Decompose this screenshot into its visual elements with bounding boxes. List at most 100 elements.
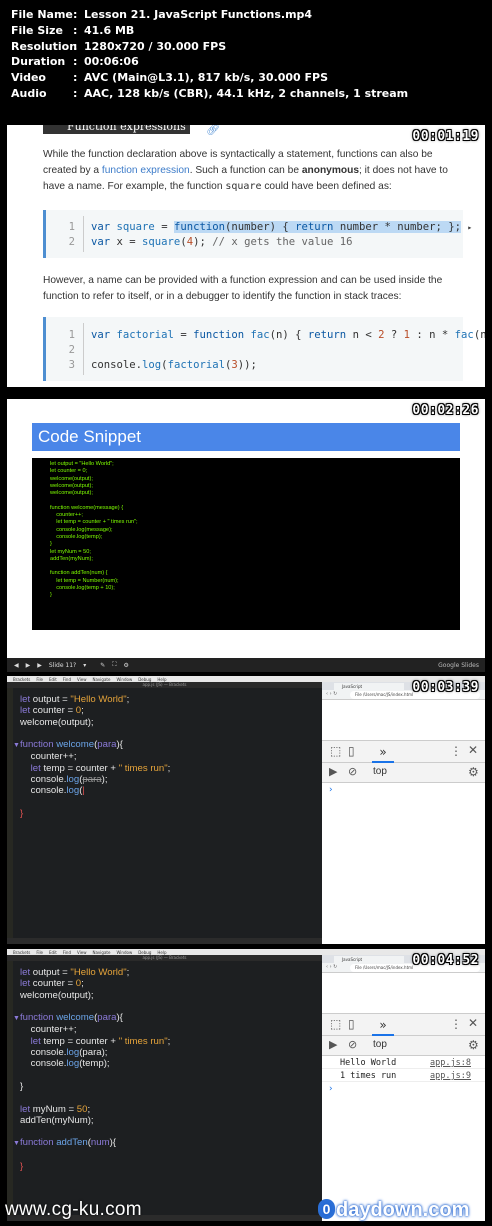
console-message: 1 times run [340, 1071, 397, 1081]
editor-code[interactable]: let output = "Hello World"; let counter … [13, 967, 170, 1172]
code-snippet-text: let output = "Hello World"; let counter … [50, 461, 138, 599]
device-icon[interactable]: ▯ [348, 744, 355, 758]
inspect-icon[interactable]: ⬚ [330, 1017, 341, 1031]
info-separator: : [73, 8, 78, 21]
console-source-link[interactable]: app.js:8 [430, 1058, 471, 1068]
watermark-right: 0 daydown.com [318, 1199, 469, 1222]
menu-item[interactable]: Find [63, 677, 71, 682]
info-value: 41.6 MB [84, 23, 135, 37]
link-icon[interactable]: 🔗︎ [206, 125, 220, 136]
menu-item[interactable]: Debug [138, 950, 151, 955]
nav-icons[interactable]: ‹ › ↻ [326, 964, 337, 970]
menu-item[interactable]: Edit [49, 950, 57, 955]
editor-code[interactable]: let output = "Hello World"; let counter … [13, 694, 170, 819]
info-separator: : [73, 55, 78, 69]
menu-item[interactable]: Debug [138, 677, 151, 682]
menu-item[interactable]: Brackets [13, 677, 30, 682]
console-message: Hello World [340, 1058, 397, 1068]
more-tabs-icon[interactable]: » [372, 1014, 394, 1036]
frame-slides: Code Snippet let output = "Hello World";… [7, 399, 485, 672]
menu-item[interactable]: File [36, 677, 43, 682]
info-row: Audio: AAC, 128 kb/s (CBR), 44.1 kHz, 2 c… [11, 86, 492, 102]
info-separator: : [73, 71, 78, 85]
window-title: app.js (JS) — Brackets [7, 955, 322, 961]
info-value: 00:06:06 [84, 55, 139, 69]
fullscreen-icon[interactable]: ⛶ [112, 661, 116, 669]
pointer-icon[interactable]: ✎ [100, 662, 105, 669]
info-value: AAC, 128 kb/s (CBR), 44.1 kHz, 2 channel… [84, 86, 409, 100]
info-row: Video: AVC (Main@L3.1), 817 kb/s, 30.000 … [11, 70, 492, 86]
kebab-menu-icon[interactable]: ⋮ [450, 744, 462, 758]
nav-icons[interactable]: ‹ › ↻ [326, 691, 337, 697]
devtools-panel: ⬚ ▯ » ⋮ ✕ ▶ ⊘ top ⚙ › [322, 740, 485, 944]
gear-icon[interactable]: ⚙ [124, 662, 129, 669]
kebab-menu-icon[interactable]: ⋮ [450, 1017, 462, 1031]
console-prompt-icon[interactable]: › [328, 1084, 333, 1094]
gear-icon[interactable]: ⚙ [468, 1038, 479, 1052]
menu-item[interactable]: Find [63, 950, 71, 955]
line-number: 2 [68, 236, 75, 248]
dropdown-icon[interactable]: ▾ [83, 662, 86, 669]
sidebar-icon[interactable]: ▶ [329, 765, 337, 778]
frame-ide-1: Brackets File Edit Find View Navigate Window De… [7, 676, 485, 944]
paragraph-intro: While the function declaration above is … [43, 149, 448, 192]
chrome-window: JavaScript ‹ › ↻ File /Users/mac/JS/inde… [322, 682, 485, 944]
console-prompt-icon[interactable]: › [328, 785, 333, 795]
clear-console-icon[interactable]: ⊘ [348, 765, 357, 778]
code-line: var square = function(number) { return n… [91, 221, 473, 233]
close-icon[interactable]: ✕ [468, 1016, 478, 1030]
menu-item[interactable]: Navigate [92, 950, 110, 955]
code-editor[interactable]: app.js (JS) — Brackets let output = "Hel… [7, 955, 322, 1221]
info-key: Video [11, 71, 46, 85]
console-source-link[interactable]: app.js:9 [430, 1071, 471, 1081]
code-snippet-slide: let output = "Hello World"; let counter … [32, 458, 460, 630]
clear-console-icon[interactable]: ⊘ [348, 1038, 357, 1051]
chrome-window: JavaScript ‹ › ↻ File /Users/mac/JS/inde… [322, 955, 485, 1221]
devtools-panel: ⬚ ▯ » ⋮ ✕ ▶ ⊘ top ⚙ Hello World app.js:8… [322, 1013, 485, 1221]
line-number: 1 [68, 221, 75, 233]
menu-item[interactable]: Edit [49, 677, 57, 682]
line-number: 2 [68, 344, 75, 356]
paragraph-named: However, a name can be provided with a f… [43, 275, 443, 302]
close-icon[interactable]: ✕ [468, 743, 478, 757]
function-expression-link[interactable]: function expression [102, 165, 190, 176]
menu-item[interactable]: View [77, 677, 87, 682]
console-row: Hello World app.js:8 [322, 1056, 485, 1069]
frame-ide-2: Brackets File Edit Find View Navigate Window De… [7, 949, 485, 1221]
next-icon[interactable]: ▶ [37, 662, 42, 669]
menu-item[interactable]: View [77, 950, 87, 955]
line-number: 3 [68, 359, 75, 371]
menu-item[interactable]: Help [157, 677, 166, 682]
info-value: 1280x720 / 30.000 FPS [84, 39, 227, 53]
prev-icon[interactable]: ◀ [14, 662, 19, 669]
console-row: 1 times run app.js:9 [322, 1069, 485, 1082]
more-tabs-icon[interactable]: » [372, 741, 394, 763]
inspect-icon[interactable]: ⬚ [330, 744, 341, 758]
code-line: var x = square(4); // x gets the value 1… [91, 236, 353, 248]
sidebar-icon[interactable]: ▶ [329, 1038, 337, 1051]
info-key: File Name [11, 8, 73, 21]
code-editor[interactable]: app.js (JS) — Brackets let output = "Hel… [7, 682, 322, 944]
slide-counter: Slide 11? [48, 661, 77, 669]
info-value: Lesson 21. JavaScript Functions.mp4 [84, 8, 313, 21]
line-number: 1 [68, 329, 75, 341]
info-row: Duration:00:06:06 [11, 54, 492, 70]
frame-docs: Function expressions 🔗︎ While the functi… [7, 125, 485, 387]
info-row: File Name: Lesson 21. JavaScript Function… [11, 7, 492, 23]
menu-item[interactable]: Brackets [13, 950, 30, 955]
browser-tab[interactable]: JavaScript [334, 683, 404, 690]
menu-item[interactable]: Help [157, 950, 166, 955]
watermark-left: www.cg-ku.com [5, 1199, 142, 1220]
device-icon[interactable]: ▯ [348, 1017, 355, 1031]
info-separator: : [73, 23, 78, 37]
menu-item[interactable]: Window [116, 677, 132, 682]
menu-item[interactable]: Window [116, 950, 132, 955]
context-select[interactable]: top [373, 766, 387, 777]
browser-tab[interactable]: JavaScript [334, 956, 404, 963]
context-select[interactable]: top [373, 1039, 387, 1050]
menu-item[interactable]: File [36, 950, 43, 955]
menu-item[interactable]: Navigate [92, 677, 110, 682]
gear-icon[interactable]: ⚙ [468, 765, 479, 779]
play-icon[interactable]: ▶ [26, 662, 31, 669]
code-line: console.log(factorial(3)); [91, 359, 257, 371]
